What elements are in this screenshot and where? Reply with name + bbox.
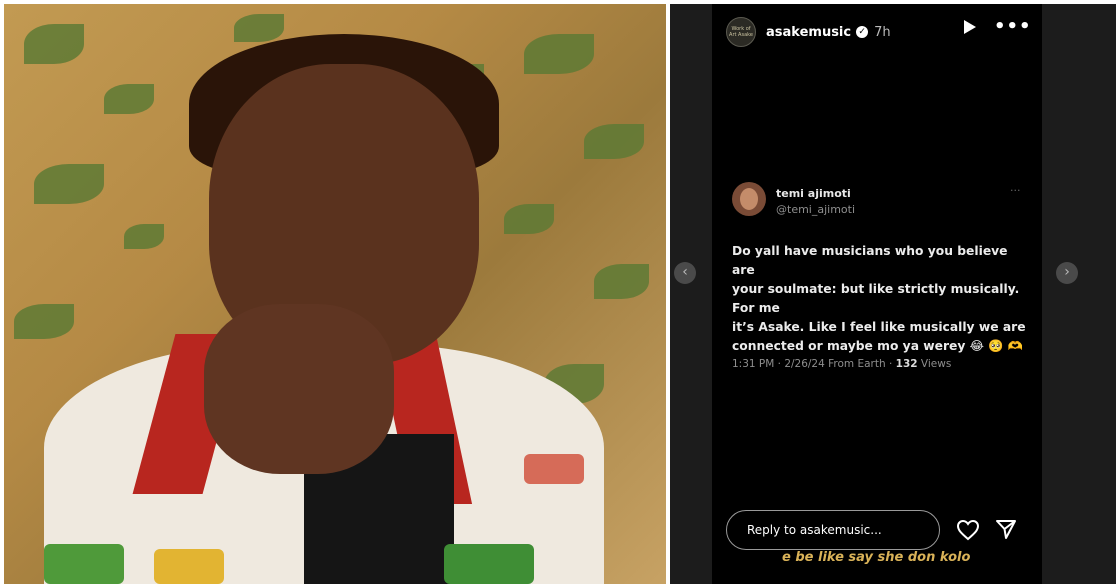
overlay-caption: e be like say she don kolo: [782, 550, 971, 565]
tweet-view-count: 132: [895, 358, 918, 370]
tweet-more-icon: ···: [1010, 184, 1021, 197]
story-card: Work of Art Asake asakemusic ✓ 7h ••• te…: [712, 4, 1042, 584]
tweet-line: it’s Asake. Like I feel like musically w…: [732, 320, 1026, 334]
tweet-views-label: Views: [917, 358, 952, 370]
tweet-line: your soulmate: but like strictly musical…: [732, 282, 1020, 296]
chevron-left-icon[interactable]: ‹: [674, 262, 696, 284]
tweet-line: connected or maybe mo ya werey 😂 🥺 🫶: [732, 339, 1024, 353]
post-time: 7h: [874, 24, 891, 40]
story-header: Work of Art Asake asakemusic ✓ 7h: [726, 14, 1026, 50]
play-icon[interactable]: [964, 20, 976, 34]
tweet-timestamp: 1:31 PM · 2/26/24 From Earth ·: [732, 358, 896, 370]
artist-photo: [4, 4, 666, 584]
send-icon[interactable]: [995, 518, 1017, 540]
heart-icon[interactable]: [956, 519, 980, 541]
tweet-author-handle: @temi_ajimoti: [776, 203, 856, 216]
username[interactable]: asakemusic: [766, 25, 851, 40]
tweet-line: Do yall have musicians who you believe a…: [732, 244, 1008, 277]
avatar-text: Work of Art Asake: [729, 26, 753, 38]
tweet-line: For me: [732, 301, 780, 315]
tweet-body: Do yall have musicians who you believe a…: [732, 242, 1032, 356]
tweet-avatar: [732, 182, 766, 216]
chevron-right-icon[interactable]: ›: [1056, 262, 1078, 284]
verified-icon: ✓: [856, 26, 869, 38]
tweet-author-name: temi ajimoti: [776, 187, 851, 200]
avatar[interactable]: Work of Art Asake: [726, 17, 756, 47]
reply-input[interactable]: Reply to asakemusic...: [726, 510, 940, 550]
more-icon[interactable]: •••: [994, 16, 1032, 37]
tweet-meta: 1:31 PM · 2/26/24 From Earth · 132 Views: [732, 358, 951, 370]
